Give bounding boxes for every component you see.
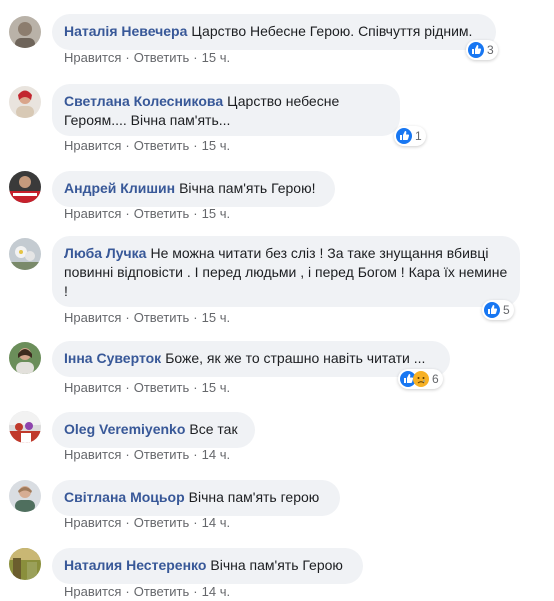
reaction-number: 1 — [415, 129, 422, 143]
avatar[interactable] — [9, 86, 41, 118]
comment-time[interactable]: 14 ч. — [202, 447, 230, 462]
like-link[interactable]: Нравится — [64, 380, 121, 395]
comment-actions: Нравится · Ответить · 15 ч. — [64, 380, 231, 395]
comment-time[interactable]: 14 ч. — [202, 515, 230, 530]
comment-actions: Нравится · Ответить · 14 ч. — [64, 447, 231, 462]
like-link[interactable]: Нравится — [64, 206, 121, 221]
avatar[interactable] — [9, 342, 41, 374]
comment-text: Царство Небесне Герою. Співчуття рідним. — [191, 23, 473, 39]
comment-actions: Нравится · Ответить · 15 ч. — [64, 138, 231, 153]
comment-author[interactable]: Інна Суверток — [64, 350, 161, 366]
like-link[interactable]: Нравится — [64, 138, 121, 153]
like-link[interactable]: Нравится — [64, 310, 121, 325]
comment-bubble: Люба Лучка Не можна читати без сліз ! За … — [52, 236, 520, 307]
comment-actions: Нравится · Ответить · 14 ч. — [64, 515, 231, 530]
comment-author[interactable]: Наталия Нестеренко — [64, 557, 206, 573]
reaction-count[interactable]: 5 — [482, 300, 514, 320]
comment-bubble: Наталия Нестеренко Вічна пам'ять Герою — [52, 548, 363, 584]
comment-time[interactable]: 14 ч. — [202, 584, 230, 599]
comment-bubble: Oleg Veremiyenko Все так — [52, 412, 255, 448]
comment-actions: Нравится · Ответить · 15 ч. — [64, 206, 231, 221]
comment-bubble: Інна Суверток Боже, як же то страшно наві… — [52, 341, 450, 377]
avatar[interactable] — [9, 238, 41, 270]
like-icon — [484, 302, 500, 318]
comment-author[interactable]: Андрей Клишин — [64, 180, 175, 196]
comment-time[interactable]: 15 ч. — [202, 138, 230, 153]
reply-link[interactable]: Ответить — [134, 584, 190, 599]
reply-link[interactable]: Ответить — [134, 310, 190, 325]
comment-time[interactable]: 15 ч. — [202, 380, 230, 395]
reply-link[interactable]: Ответить — [134, 50, 190, 65]
comment-bubble: Светлана Колесникова Царство небесне Геро… — [52, 84, 400, 136]
comment-actions: Нравится · Ответить · 15 ч. — [64, 310, 231, 325]
like-icon — [396, 128, 412, 144]
reaction-count[interactable]: 6 — [398, 369, 443, 389]
comment-time[interactable]: 15 ч. — [202, 50, 230, 65]
comment-text: Вічна пам'ять герою — [188, 489, 320, 505]
reaction-count[interactable]: 3 — [466, 40, 498, 60]
comment-actions: Нравится · Ответить · 14 ч. — [64, 584, 231, 599]
comment-author[interactable]: Люба Лучка — [64, 245, 146, 261]
comment-author[interactable]: Наталія Невечера — [64, 23, 187, 39]
avatar[interactable] — [9, 548, 41, 580]
sad-icon — [413, 371, 429, 387]
reaction-number: 6 — [432, 372, 439, 386]
comment-bubble: Світлана Моцьор Вічна пам'ять герою — [52, 480, 340, 516]
comment-text: Вічна пам'ять Герою — [210, 557, 343, 573]
like-link[interactable]: Нравится — [64, 50, 121, 65]
avatar[interactable] — [9, 171, 41, 203]
like-link[interactable]: Нравится — [64, 584, 121, 599]
reaction-count[interactable]: 1 — [394, 126, 426, 146]
reply-link[interactable]: Ответить — [134, 138, 190, 153]
reaction-number: 3 — [487, 43, 494, 57]
like-link[interactable]: Нравится — [64, 447, 121, 462]
reply-link[interactable]: Ответить — [134, 380, 190, 395]
avatar[interactable] — [9, 16, 41, 48]
comment-bubble: Андрей Клишин Вічна пам'ять Герою! — [52, 171, 335, 207]
avatar[interactable] — [9, 480, 41, 512]
comment-time[interactable]: 15 ч. — [202, 310, 230, 325]
reply-link[interactable]: Ответить — [134, 447, 190, 462]
comment-author[interactable]: Oleg Veremiyenko — [64, 421, 185, 437]
like-link[interactable]: Нравится — [64, 515, 121, 530]
reply-link[interactable]: Ответить — [134, 206, 190, 221]
reply-link[interactable]: Ответить — [134, 515, 190, 530]
reaction-number: 5 — [503, 303, 510, 317]
comment-actions: Нравится · Ответить · 15 ч. — [64, 50, 231, 65]
comment-author[interactable]: Світлана Моцьор — [64, 489, 185, 505]
comment-bubble: Наталія Невечера Царство Небесне Герою. С… — [52, 14, 496, 50]
like-icon — [468, 42, 484, 58]
comment-time[interactable]: 15 ч. — [202, 206, 230, 221]
comment-text: Все так — [189, 421, 238, 437]
comment-text: Вічна пам'ять Герою! — [179, 180, 316, 196]
comment-text: Боже, як же то страшно навіть читати ... — [165, 350, 426, 366]
comment-author[interactable]: Светлана Колесникова — [64, 93, 223, 109]
avatar[interactable] — [9, 411, 41, 443]
